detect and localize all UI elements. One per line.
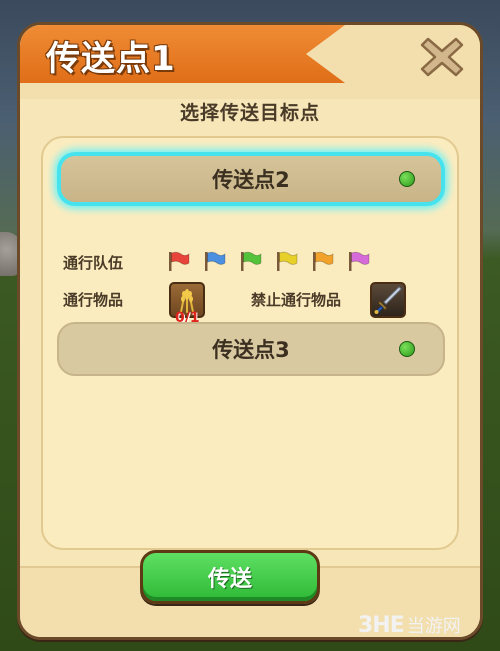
banned-item-label: 禁止通行物品 <box>251 291 342 309</box>
teleport-dialog: 传送点1 选择传送目标点 传送点2 通行队伍 通行物品 0/1 禁止通行物品 传… <box>17 22 483 640</box>
team-flags <box>167 250 372 272</box>
close-x-icon <box>420 37 464 77</box>
orange-flag-icon <box>313 251 334 271</box>
destination-option-1[interactable]: 传送点2 <box>57 152 445 206</box>
dialog-title: 传送点1 <box>46 39 176 79</box>
pass-item-label: 通行物品 <box>63 291 124 309</box>
destination-label: 传送点2 <box>212 168 290 192</box>
teleport-button-label: 传送 <box>207 567 252 592</box>
team-label: 通行队伍 <box>63 254 124 272</box>
blue-flag-icon <box>205 251 226 271</box>
status-dot-icon <box>399 341 415 357</box>
red-flag-icon <box>169 251 190 271</box>
purple-flag-icon <box>349 251 370 271</box>
yellow-flag-icon <box>277 251 298 271</box>
banned-item-slot[interactable] <box>370 282 406 318</box>
destination-label: 传送点3 <box>212 338 290 362</box>
watermark-logo: 3HE <box>358 612 405 638</box>
teleport-button[interactable]: 传送 <box>140 550 320 604</box>
green-flag-icon <box>241 251 262 271</box>
watermark-text: 当游网 <box>406 616 461 637</box>
site-watermark: 3HE 当游网 <box>358 612 461 638</box>
destination-option-2[interactable]: 传送点3 <box>57 322 445 376</box>
destination-list: 传送点2 通行队伍 通行物品 0/1 禁止通行物品 传送点3 <box>41 136 459 550</box>
close-button[interactable] <box>418 33 466 81</box>
status-dot-icon <box>399 171 415 187</box>
dialog-subtitle: 选择传送目标点 <box>179 102 320 124</box>
sword-icon <box>374 286 402 314</box>
